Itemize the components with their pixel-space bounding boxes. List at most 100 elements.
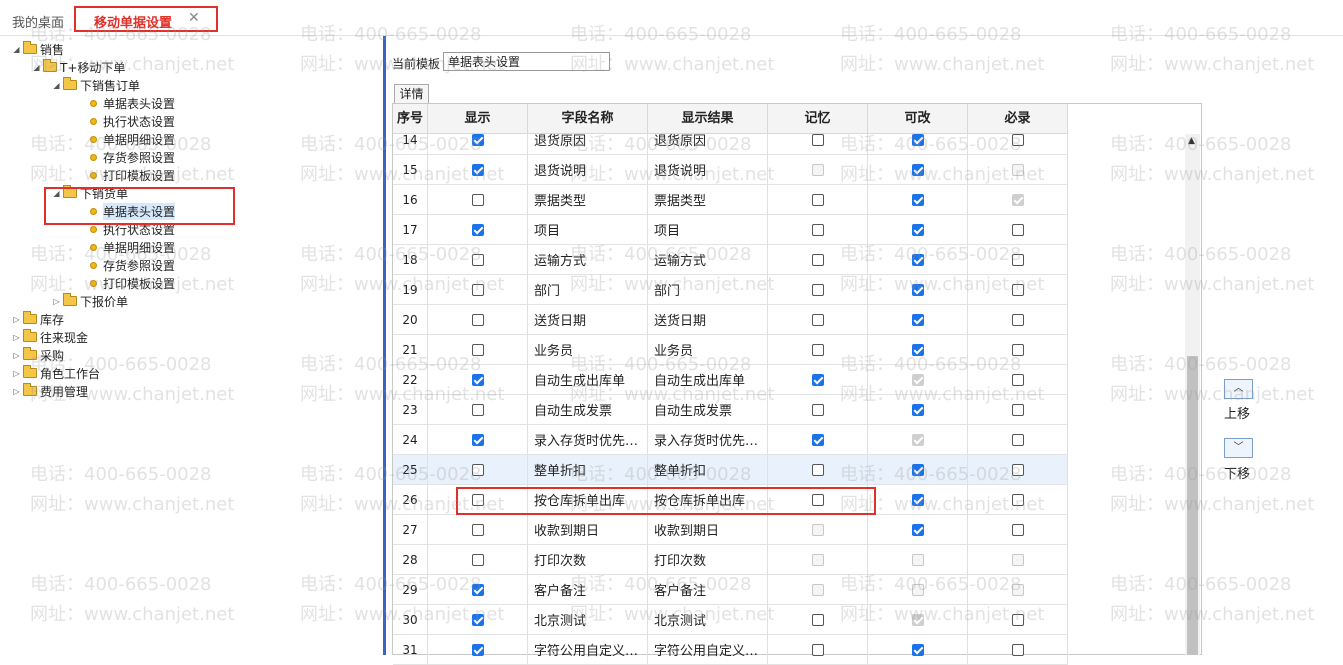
display-result[interactable]: 自动生成出库单 <box>648 365 768 394</box>
memory-checkbox[interactable] <box>811 133 824 146</box>
display-result[interactable]: 项目 <box>648 215 768 244</box>
display-result[interactable]: 票据类型 <box>648 185 768 214</box>
header-editable[interactable]: 可改 <box>868 104 968 133</box>
memory-checkbox[interactable] <box>811 613 824 626</box>
editable-checkbox[interactable] <box>911 313 924 326</box>
table-row[interactable]: 29 客户备注 客户备注 <box>393 575 1068 605</box>
required-checkbox[interactable] <box>1011 613 1024 626</box>
tree-leaf-delivery-stock-ref[interactable]: 存货参照设置 <box>90 256 175 274</box>
collapse-icon[interactable]: ◢ <box>52 81 61 90</box>
display-result[interactable]: 打印次数 <box>648 545 768 574</box>
table-row[interactable]: 17 项目 项目 <box>393 215 1068 245</box>
scroll-up-icon[interactable]: ▲ <box>1188 136 1195 146</box>
show-checkbox[interactable] <box>471 613 484 626</box>
required-checkbox[interactable] <box>1011 403 1024 416</box>
required-checkbox[interactable] <box>1011 253 1024 266</box>
table-row[interactable]: 25 整单折扣 整单折扣 <box>393 455 1068 485</box>
show-checkbox[interactable] <box>471 223 484 236</box>
show-checkbox[interactable] <box>471 343 484 356</box>
close-icon[interactable]: ✕ <box>188 10 200 26</box>
display-result[interactable]: 客户备注 <box>648 575 768 604</box>
tree-node-quotation[interactable]: ▷ 下报价单 <box>52 292 128 310</box>
editable-checkbox[interactable] <box>911 493 924 506</box>
header-required[interactable]: 必录 <box>968 104 1068 133</box>
show-checkbox[interactable] <box>471 313 484 326</box>
memory-checkbox[interactable] <box>811 343 824 356</box>
editable-checkbox[interactable] <box>911 163 924 176</box>
table-row[interactable]: 31 字符公用自定义… 字符公用自定义… <box>393 635 1068 665</box>
move-up-button[interactable]: ︿ <box>1224 379 1253 399</box>
table-row[interactable]: 16 票据类型 票据类型 <box>393 185 1068 215</box>
header-show[interactable]: 显示 <box>428 104 528 133</box>
tree-leaf-order-stock-ref[interactable]: 存货参照设置 <box>90 148 175 166</box>
expand-icon[interactable]: ▷ <box>12 315 21 324</box>
table-row[interactable]: 20 送货日期 送货日期 <box>393 305 1068 335</box>
display-result[interactable]: 收款到期日 <box>648 515 768 544</box>
show-checkbox[interactable] <box>471 193 484 206</box>
display-result[interactable]: 部门 <box>648 275 768 304</box>
show-checkbox[interactable] <box>471 433 484 446</box>
editable-checkbox[interactable] <box>911 403 924 416</box>
expand-icon[interactable]: ▷ <box>52 297 61 306</box>
show-checkbox[interactable] <box>471 403 484 416</box>
editable-checkbox[interactable] <box>911 193 924 206</box>
display-result[interactable]: 退货说明 <box>648 155 768 184</box>
panel-splitter[interactable] <box>383 36 386 655</box>
tree-node-role-workbench[interactable]: ▷ 角色工作台 <box>12 364 100 382</box>
scrollbar-thumb[interactable] <box>1187 356 1198 655</box>
show-checkbox[interactable] <box>471 133 484 146</box>
tree-leaf-order-detail[interactable]: 单据明细设置 <box>90 130 175 148</box>
editable-checkbox[interactable] <box>911 133 924 146</box>
tree-node-cash[interactable]: ▷ 往来现金 <box>12 328 88 346</box>
editable-checkbox[interactable] <box>911 643 924 656</box>
required-checkbox[interactable] <box>1011 313 1024 326</box>
show-checkbox[interactable] <box>471 643 484 656</box>
memory-checkbox[interactable] <box>811 223 824 236</box>
table-row[interactable]: 24 录入存货时优先… 录入存货时优先… <box>393 425 1068 455</box>
editable-checkbox[interactable] <box>911 463 924 476</box>
display-result[interactable]: 录入存货时优先… <box>648 425 768 454</box>
display-result[interactable]: 字符公用自定义… <box>648 635 768 664</box>
table-row[interactable]: 19 部门 部门 <box>393 275 1068 305</box>
table-row[interactable]: 28 打印次数 打印次数 <box>393 545 1068 575</box>
editable-checkbox[interactable] <box>911 253 924 266</box>
collapse-icon[interactable]: ◢ <box>32 63 41 72</box>
editable-checkbox[interactable] <box>911 223 924 236</box>
required-checkbox[interactable] <box>1011 463 1024 476</box>
tab-my-desktop[interactable]: 我的桌面 <box>12 12 64 31</box>
tree-leaf-order-header[interactable]: 单据表头设置 <box>90 94 175 112</box>
required-checkbox[interactable] <box>1011 133 1024 146</box>
grid-scrollbar[interactable]: ▲ <box>1185 134 1200 655</box>
show-checkbox[interactable] <box>471 283 484 296</box>
display-result[interactable]: 运输方式 <box>648 245 768 274</box>
expand-icon[interactable]: ▷ <box>12 387 21 396</box>
expand-icon[interactable]: ▷ <box>12 351 21 360</box>
editable-checkbox[interactable] <box>911 523 924 536</box>
tree-leaf-delivery-print[interactable]: 打印模板设置 <box>90 274 175 292</box>
display-result[interactable]: 自动生成发票 <box>648 395 768 424</box>
table-row[interactable]: 27 收款到期日 收款到期日 <box>393 515 1068 545</box>
required-checkbox[interactable] <box>1011 283 1024 296</box>
show-checkbox[interactable] <box>471 163 484 176</box>
memory-checkbox[interactable] <box>811 403 824 416</box>
tree-node-purchase[interactable]: ▷ 采购 <box>12 346 64 364</box>
tree-leaf-order-status[interactable]: 执行状态设置 <box>90 112 175 130</box>
tab-detail[interactable]: 详情 <box>394 84 429 103</box>
template-field[interactable] <box>443 52 610 71</box>
table-row[interactable]: 15 退货说明 退货说明 <box>393 155 1068 185</box>
show-checkbox[interactable] <box>471 523 484 536</box>
required-checkbox[interactable] <box>1011 223 1024 236</box>
editable-checkbox[interactable] <box>911 343 924 356</box>
required-checkbox[interactable] <box>1011 343 1024 356</box>
show-checkbox[interactable] <box>471 463 484 476</box>
tree-node-expense[interactable]: ▷ 费用管理 <box>12 382 88 400</box>
table-row[interactable]: 21 业务员 业务员 <box>393 335 1068 365</box>
table-row[interactable]: 30 北京测试 北京测试 <box>393 605 1068 635</box>
show-checkbox[interactable] <box>471 373 484 386</box>
required-checkbox[interactable] <box>1011 523 1024 536</box>
required-checkbox[interactable] <box>1011 643 1024 656</box>
table-row[interactable]: 18 运输方式 运输方式 <box>393 245 1068 275</box>
display-result[interactable]: 北京测试 <box>648 605 768 634</box>
memory-checkbox[interactable] <box>811 463 824 476</box>
memory-checkbox[interactable] <box>811 373 824 386</box>
